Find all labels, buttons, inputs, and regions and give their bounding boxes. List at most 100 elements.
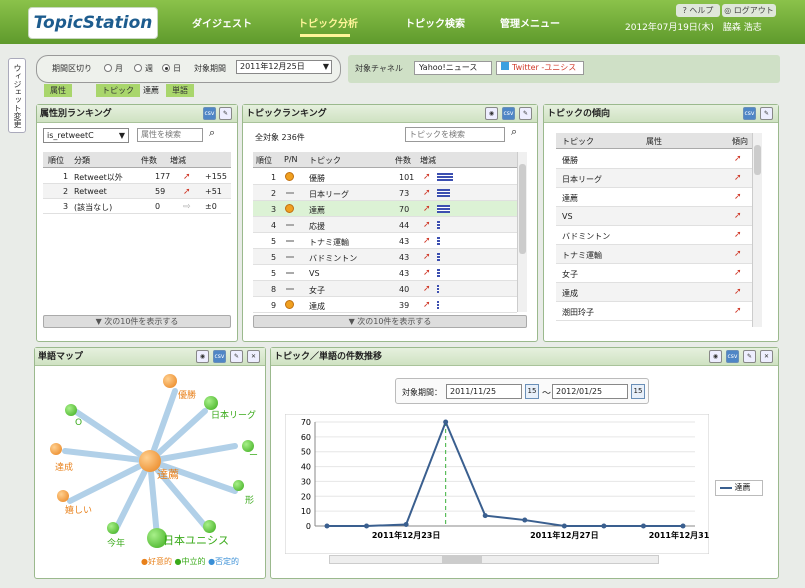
breadcrumb-word[interactable]: 単語 [166, 84, 194, 97]
edit-icon[interactable]: ✎ [219, 107, 232, 120]
table-row[interactable]: 潮田玲子 ➚ [556, 302, 752, 321]
search-icon[interactable]: ⌕ [209, 126, 215, 140]
channel-chip-yahoo[interactable]: Yahoo!ニュース [414, 61, 492, 75]
csv-icon[interactable]: csv [726, 350, 739, 363]
table-row[interactable]: バドミントン ➚ [556, 226, 752, 245]
help-link[interactable]: ? ヘルプ [676, 4, 720, 17]
chart-from-input[interactable]: 2011/11/25 [446, 384, 522, 399]
table-row[interactable]: 優勝 ➚ [556, 150, 752, 169]
trend-up-icon: ➚ [734, 173, 742, 183]
neutral-dash-icon [286, 224, 294, 226]
table-row[interactable]: 女子 ➚ [556, 264, 752, 283]
table-row[interactable]: 2 Retweet 59 ➚ +51 [43, 184, 231, 199]
nav-topic-search[interactable]: トピック検索 [405, 15, 465, 30]
word-node[interactable] [57, 490, 69, 502]
edit-icon[interactable]: ✎ [760, 107, 773, 120]
close-icon[interactable]: ✕ [247, 350, 260, 363]
logout-link[interactable]: ◎ ログアウト [722, 4, 776, 17]
period-unit-label: 期間区切り [52, 64, 92, 73]
csv-icon[interactable]: csv [213, 350, 226, 363]
legend-positive: ●好意的 [141, 557, 172, 566]
topic-table-header: 順位 P/N トピック 件数 増減 [253, 152, 527, 168]
breadcrumb-attribute[interactable]: 属性 [44, 84, 72, 97]
word-node[interactable] [233, 480, 244, 491]
col-topic: トピック [309, 156, 341, 165]
edit-icon[interactable]: ✎ [743, 350, 756, 363]
cell-topic: 達薦 [562, 194, 578, 203]
scrollbar-thumb[interactable] [754, 145, 761, 175]
table-row[interactable]: 達薦 ➚ [556, 188, 752, 207]
neutral-dash-icon [286, 192, 294, 194]
arrow-up-icon: ➚ [183, 187, 191, 197]
topic-scrollbar[interactable] [517, 152, 527, 312]
table-row[interactable]: トナミ運輸 ➚ [556, 245, 752, 264]
close-icon[interactable]: ✕ [760, 350, 773, 363]
word-node[interactable] [203, 520, 216, 533]
word-node[interactable] [107, 522, 119, 534]
nav-digest[interactable]: ダイジェスト [192, 15, 252, 30]
channel-chip-twitter[interactable]: Twitter -ユニシス [496, 61, 584, 75]
diff-bar [437, 301, 439, 309]
camera-icon[interactable]: ◉ [485, 107, 498, 120]
word-label: ー [249, 451, 259, 461]
table-row[interactable]: 5 VS 43 ➚ [253, 265, 517, 281]
app-logo[interactable]: TopicStation [28, 7, 158, 39]
radio-month[interactable] [104, 64, 112, 72]
widget-change-tab[interactable]: ウィジェット変更 [8, 58, 26, 133]
camera-icon[interactable]: ◉ [709, 350, 722, 363]
cell-topic: バドミントン [562, 232, 611, 241]
chart-to-input[interactable]: 2012/01/25 [552, 384, 628, 399]
calendar-icon[interactable]: 15 [631, 384, 645, 399]
word-node[interactable] [65, 404, 77, 416]
legend-series-label: 達薦 [734, 483, 751, 492]
table-row[interactable]: 3 達薦 70 ➚ [253, 201, 517, 217]
calendar-icon[interactable]: 15 [525, 384, 539, 399]
nav-admin[interactable]: 管理メニュー [500, 15, 560, 30]
diff-bar [437, 253, 440, 261]
csv-icon[interactable]: csv [203, 107, 216, 120]
chart-scrollbar[interactable] [329, 555, 659, 564]
table-row[interactable]: VS ➚ [556, 207, 752, 226]
table-row[interactable]: 9 達成 39 ➚ [253, 297, 517, 313]
csv-icon[interactable]: csv [743, 107, 756, 120]
table-row[interactable]: 5 トナミ運輸 43 ➚ [253, 233, 517, 249]
radio-month-label: 月 [115, 64, 123, 73]
table-row[interactable]: 5 バドミントン 43 ➚ [253, 249, 517, 265]
cell-category: Retweet以外 [74, 173, 123, 182]
topic-search-input[interactable]: トピックを検索 [405, 127, 505, 142]
table-row[interactable]: 1 優勝 101 ➚ [253, 169, 517, 185]
nav-topic-analysis[interactable]: トピック分析 [298, 15, 358, 30]
topic-next-button[interactable]: ▼ 次の10件を表示する [253, 315, 527, 328]
attr-select[interactable]: is_retweetC ▼ [43, 128, 129, 143]
radio-day[interactable] [162, 64, 170, 72]
table-row[interactable]: 日本リーグ ➚ [556, 169, 752, 188]
channel-chip-twitter-label: Twitter -ユニシス [512, 63, 577, 72]
trend-scrollbar[interactable] [752, 133, 762, 327]
scrollbar-thumb[interactable] [442, 556, 482, 563]
table-row[interactable]: 8 女子 40 ➚ [253, 281, 517, 297]
edit-icon[interactable]: ✎ [519, 107, 532, 120]
table-row[interactable]: 1 Retweet以外 177 ➚ +155 [43, 169, 231, 184]
edit-icon[interactable]: ✎ [230, 350, 243, 363]
scrollbar-thumb[interactable] [519, 164, 526, 254]
table-row[interactable]: 3 (該当なし) 0 ⇨ ±0 [43, 199, 231, 214]
cell-count: 59 [155, 187, 166, 196]
word-node[interactable] [50, 443, 62, 455]
arrow-up-icon: ➚ [183, 172, 191, 182]
table-row[interactable]: 達成 ➚ [556, 283, 752, 302]
data-point [324, 523, 330, 529]
period-date-select[interactable]: 2011年12月25日 ▼ [236, 60, 332, 74]
breadcrumb-topic[interactable]: トピック [96, 84, 140, 97]
camera-icon[interactable]: ◉ [196, 350, 209, 363]
attr-next-button[interactable]: ▼ 次の10件を表示する [43, 315, 231, 328]
table-row[interactable]: 2 日本リーグ 73 ➚ [253, 185, 517, 201]
table-row[interactable]: 4 応援 44 ➚ [253, 217, 517, 233]
search-icon[interactable]: ⌕ [511, 125, 517, 139]
data-point [364, 523, 370, 529]
word-node[interactable] [163, 374, 177, 388]
y-tick-label: 70 [301, 418, 311, 427]
radio-week[interactable] [134, 64, 142, 72]
attr-search-input[interactable]: 属性を検索 [137, 128, 203, 142]
csv-icon[interactable]: csv [502, 107, 515, 120]
word-map-legend: ●好意的 ●中立的 ●否定的 [141, 556, 239, 567]
